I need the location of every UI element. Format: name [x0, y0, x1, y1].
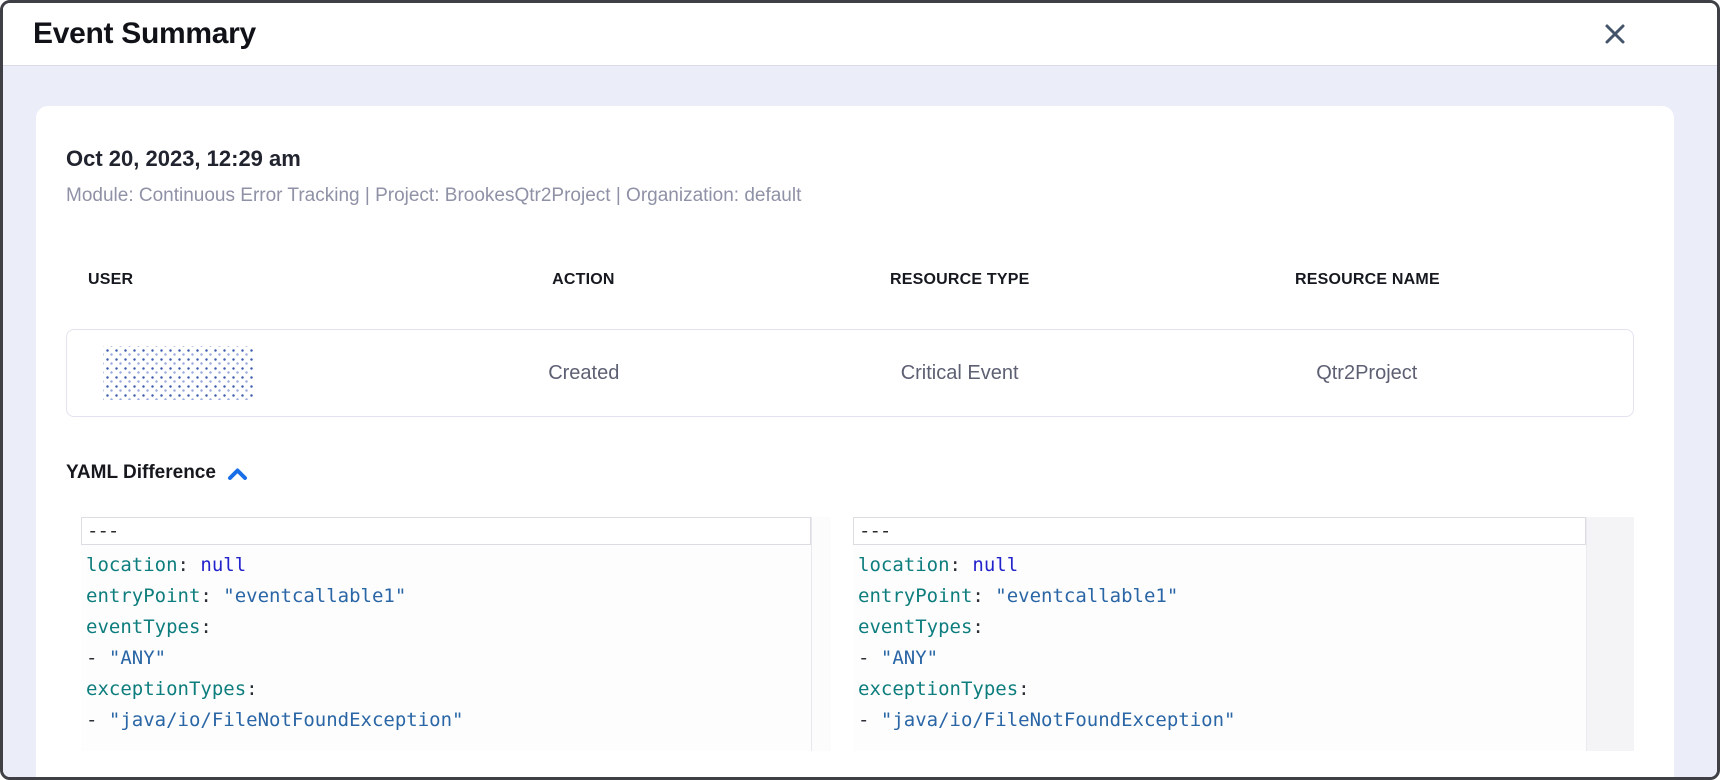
column-header-resource-name: RESOURCE NAME [1164, 271, 1572, 289]
action-cell: Created [412, 362, 757, 385]
yaml-code-line: - "java/io/FileNotFoundException" [853, 705, 1586, 736]
resource-type-cell: Critical Event [756, 362, 1163, 385]
yaml-diff-right-pane[interactable]: --- location: nullentryPoint: "eventcall… [853, 517, 1634, 751]
modal-header: Event Summary [3, 3, 1717, 66]
yaml-code-line: entryPoint: "eventcallable1" [853, 581, 1586, 612]
close-icon [1603, 22, 1627, 46]
yaml-left-scrollbar-track[interactable] [811, 517, 831, 751]
resource-name-cell: Qtr2Project [1163, 362, 1570, 385]
yaml-difference-toggle[interactable]: YAML Difference [66, 462, 1634, 484]
yaml-code-line: entryPoint: "eventcallable1" [81, 581, 811, 612]
close-button[interactable] [1599, 18, 1631, 50]
column-header-action: ACTION [411, 271, 756, 289]
yaml-code-line: location: null [81, 550, 811, 581]
event-metadata: Module: Continuous Error Tracking | Proj… [66, 185, 1634, 207]
yaml-code-line: location: null [853, 550, 1586, 581]
event-summary-modal: Event Summary Oct 20, 2023, 12:29 am Mod… [0, 0, 1720, 780]
yaml-code-line: exceptionTypes: [853, 674, 1586, 705]
yaml-right-scrollbar-track[interactable] [1586, 517, 1634, 751]
doc-separator-text: --- [87, 520, 118, 542]
yaml-left-code: location: nullentryPoint: "eventcallable… [81, 545, 811, 736]
yaml-left-doc-separator-row: --- [81, 517, 811, 545]
modal-body: Oct 20, 2023, 12:29 am Module: Continuou… [3, 66, 1717, 777]
redacted-user-pattern [103, 346, 253, 400]
yaml-right-code: location: nullentryPoint: "eventcallable… [853, 545, 1586, 736]
column-header-resource-type: RESOURCE TYPE [756, 271, 1164, 289]
event-card: Oct 20, 2023, 12:29 am Module: Continuou… [36, 106, 1674, 777]
yaml-code-line: exceptionTypes: [81, 674, 811, 705]
yaml-code-line: eventTypes: [81, 612, 811, 643]
doc-separator-text: --- [859, 520, 890, 542]
yaml-right-doc-separator-row: --- [853, 517, 1586, 545]
yaml-code-line: - "ANY" [81, 643, 811, 674]
collapse-button[interactable] [227, 465, 248, 481]
modal-title: Event Summary [33, 17, 256, 51]
yaml-code-line: - "java/io/FileNotFoundException" [81, 705, 811, 736]
user-cell [67, 346, 412, 400]
yaml-left-content: --- location: nullentryPoint: "eventcall… [81, 517, 811, 751]
event-timestamp: Oct 20, 2023, 12:29 am [66, 146, 1634, 172]
audit-table-header-row: USER ACTION RESOURCE TYPE RESOURCE NAME [66, 271, 1634, 289]
yaml-diff-left-pane[interactable]: --- location: nullentryPoint: "eventcall… [81, 517, 831, 751]
yaml-diff-panels: --- location: nullentryPoint: "eventcall… [81, 517, 1634, 751]
yaml-right-content: --- location: nullentryPoint: "eventcall… [853, 517, 1586, 751]
chevron-up-icon [227, 467, 248, 481]
audit-table-row: Created Critical Event Qtr2Project [66, 329, 1634, 417]
column-header-user: USER [66, 271, 411, 289]
yaml-difference-label: YAML Difference [66, 462, 216, 484]
yaml-code-line: eventTypes: [853, 612, 1586, 643]
yaml-code-line: - "ANY" [853, 643, 1586, 674]
